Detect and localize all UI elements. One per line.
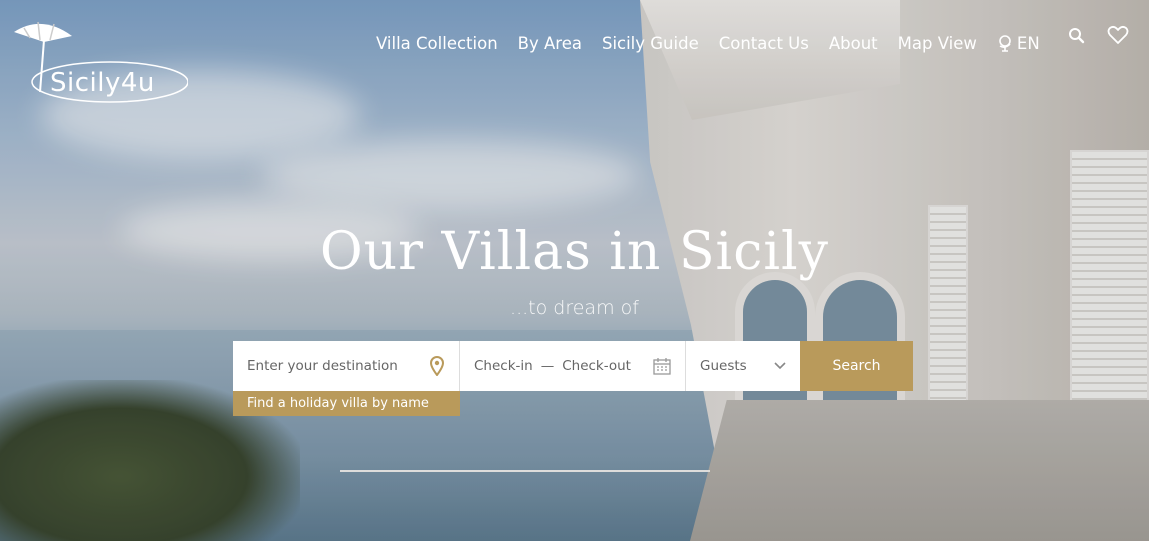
checkout-label: Check-out: [562, 358, 631, 374]
main-nav: Villa Collection By Area Sicily Guide Co…: [376, 31, 1040, 55]
calendar-icon: [653, 358, 671, 375]
nav-contact-us[interactable]: Contact Us: [719, 34, 809, 53]
checkin-label: Check-in: [474, 358, 533, 374]
find-villa-by-name-link[interactable]: Find a holiday villa by name: [233, 391, 460, 416]
logo[interactable]: Sicily4u: [10, 14, 189, 106]
logo-text: Sicily4u: [50, 68, 155, 98]
language-selector[interactable]: EN: [997, 34, 1040, 53]
destination-input[interactable]: [247, 358, 417, 374]
nav-sicily-guide[interactable]: Sicily Guide: [602, 34, 699, 53]
search-icon[interactable]: [1066, 25, 1088, 47]
hero-title: Our Villas in Sicily: [320, 222, 829, 282]
hero-subtitle: ...to dream of: [510, 297, 639, 319]
location-pin-icon: [429, 356, 445, 376]
date-separator: —: [540, 358, 555, 374]
nav-map-view[interactable]: Map View: [898, 34, 977, 53]
globe-icon: [999, 35, 1011, 52]
nav-about[interactable]: About: [829, 34, 878, 53]
search-bar: Check-in — Check-out Guests Search: [233, 341, 913, 391]
language-label: EN: [1016, 33, 1040, 53]
nav-by-area[interactable]: By Area: [518, 34, 582, 53]
search-button[interactable]: Search: [800, 341, 913, 391]
guests-label: Guests: [700, 358, 747, 374]
heart-icon[interactable]: [1107, 24, 1129, 46]
chevron-down-icon: [774, 362, 786, 370]
date-range-text: Check-in — Check-out: [474, 358, 631, 374]
destination-field[interactable]: [233, 341, 460, 391]
date-range-field[interactable]: Check-in — Check-out: [460, 341, 686, 391]
guests-select[interactable]: Guests: [686, 341, 800, 391]
nav-villa-collection[interactable]: Villa Collection: [376, 34, 498, 53]
